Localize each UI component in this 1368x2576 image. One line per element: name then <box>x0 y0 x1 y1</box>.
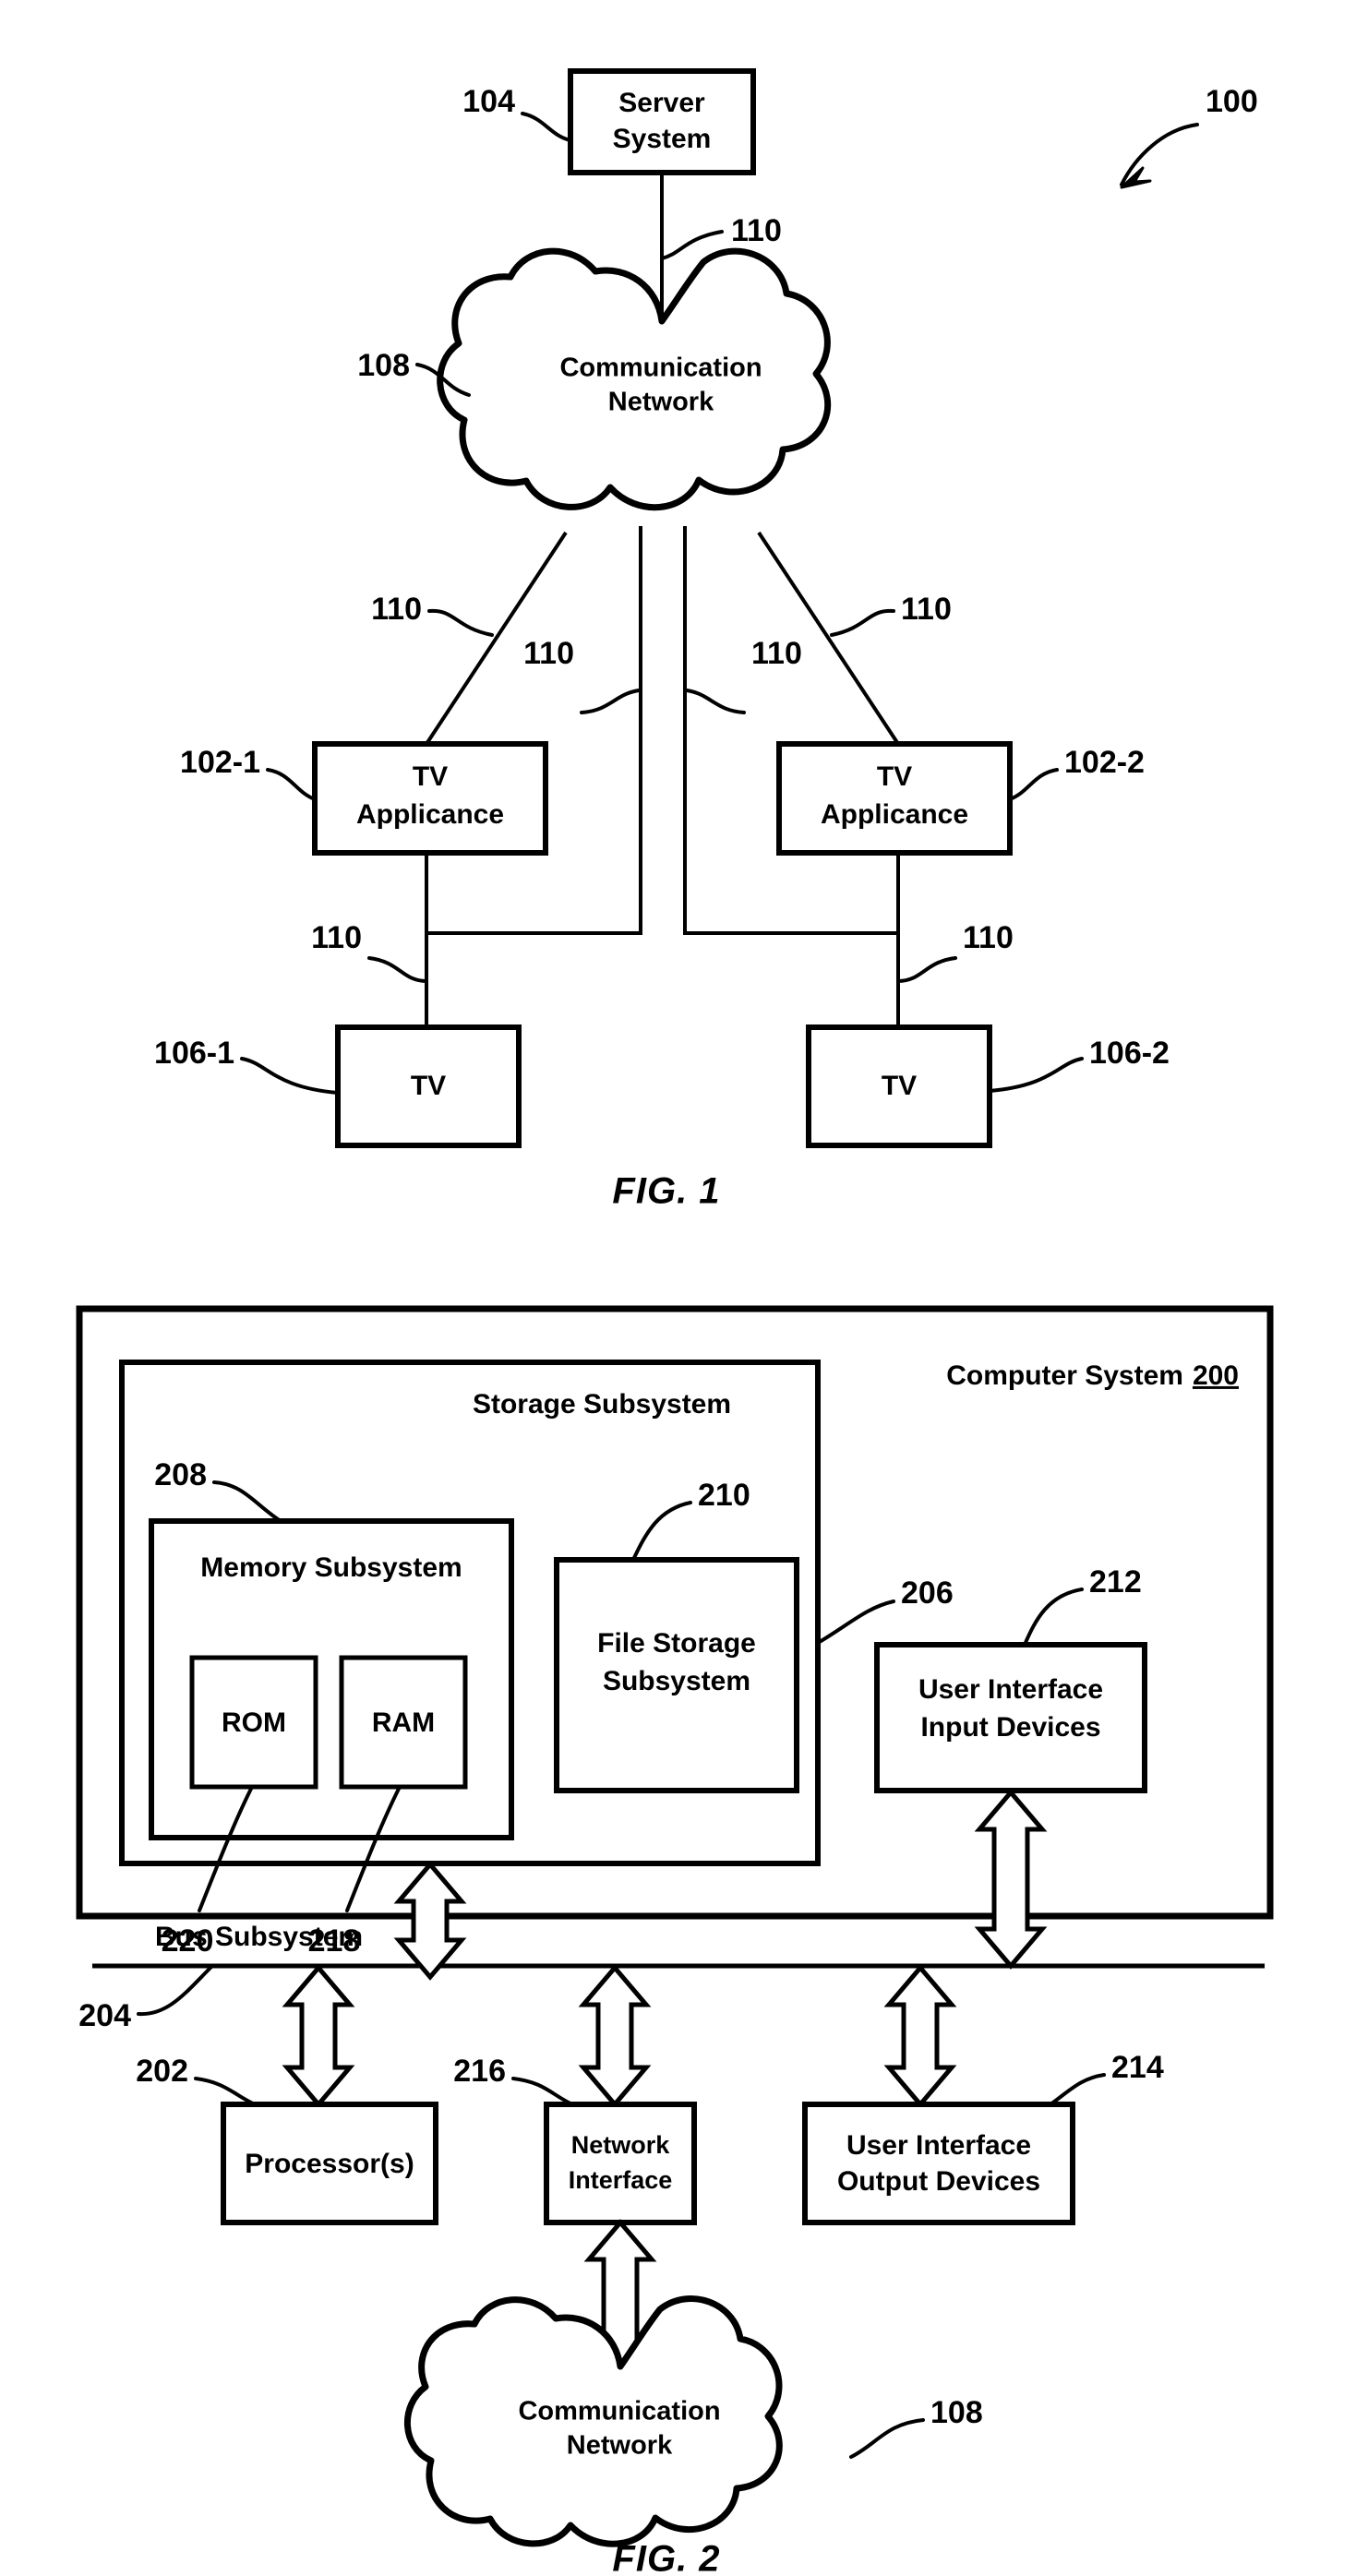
tv-right-node: TV <box>806 1024 992 1148</box>
ref-102-1: 102-1 <box>180 745 260 780</box>
ref-110-server-cloud: 110 <box>731 213 782 248</box>
file-storage-subsystem-node: File Storage Subsystem <box>554 1557 799 1793</box>
ui-output-label-line2: Output Devices <box>837 2166 1040 2197</box>
ref-212: 212 <box>1089 1564 1142 1600</box>
ui-output-label-line1: User Interface <box>846 2130 1031 2161</box>
ref-108-fig1: 108 <box>357 348 410 383</box>
network-interface-label-line1: Network <box>571 2131 671 2159</box>
system-100-callout: 100 <box>1120 84 1258 189</box>
tv-left-node: TV <box>335 1024 522 1148</box>
figure-2-caption: FIG. 2 <box>612 2539 720 2576</box>
tv-appliance-right-label-line1: TV <box>877 761 912 792</box>
processors-label: Processor(s) <box>245 2149 414 2179</box>
ref-104-callout: 104 <box>462 84 572 142</box>
ref-214: 214 <box>1111 2050 1164 2085</box>
computer-system-ref-200: 200 <box>1193 1360 1239 1391</box>
server-system-label-line1: Server <box>618 88 705 118</box>
tv-appliance-right-node: TV Applicance <box>776 741 1013 856</box>
ref-106-1: 106-1 <box>154 1036 234 1071</box>
ui-input-label-line1: User Interface <box>918 1674 1103 1705</box>
ref-110-inner-right-callout: 110 <box>685 636 802 714</box>
ref-110-inner-left-callout: 110 <box>523 636 641 714</box>
cloud-label-line1-fig1: Communication <box>559 353 762 383</box>
memory-subsystem-title: Memory Subsystem <box>200 1552 462 1583</box>
rom-node: ROM <box>189 1655 318 1790</box>
tv-appliance-left-node: TV Applicance <box>312 741 548 856</box>
server-system-node: Server System <box>568 68 756 175</box>
computer-system-title-group: Computer System 200 <box>946 1360 1239 1391</box>
ref-100: 100 <box>1206 84 1258 119</box>
arrow-bus-to-network-interface <box>578 1964 652 2108</box>
ref-110-appl-tv-right-callout: 110 <box>896 920 1014 983</box>
link-cloud-to-tv-right <box>683 526 898 935</box>
ui-output-devices-node: User Interface Output Devices <box>802 2102 1075 2225</box>
ref-102-2-callout: 102-2 <box>1008 745 1145 801</box>
ram-label: RAM <box>372 1707 435 1738</box>
ref-210: 210 <box>698 1478 750 1513</box>
ref-208: 208 <box>154 1457 207 1492</box>
communication-network-cloud-fig2: Communication Network <box>403 2295 783 2547</box>
ref-106-2-callout: 106-2 <box>988 1036 1170 1093</box>
cloud-label-line2-fig2: Network <box>567 2431 673 2461</box>
ref-108-callout-fig2: 108 <box>849 2395 983 2459</box>
tv-appliance-left-label-line1: TV <box>413 761 448 792</box>
ref-216-callout: 216 <box>453 2054 574 2106</box>
ref-204: 204 <box>78 1998 131 2033</box>
ref-110-appl-tv-left: 110 <box>311 920 362 955</box>
ref-110-appl-tv-right: 110 <box>963 920 1014 955</box>
ref-204-callout: 204 <box>78 1966 212 2033</box>
cloud-label-line2-fig1: Network <box>608 388 714 417</box>
tv-right-label: TV <box>882 1071 917 1101</box>
figure-1-caption: FIG. 1 <box>612 1171 720 1212</box>
ref-110-appl-tv-left-callout: 110 <box>311 920 428 983</box>
link-cloud-to-tv-left <box>426 526 642 935</box>
server-system-box <box>568 68 756 175</box>
file-storage-label-line2: Subsystem <box>603 1666 750 1696</box>
network-interface-node: Network Interface <box>544 2102 697 2225</box>
ui-output-devices-box <box>802 2102 1075 2225</box>
ref-110-cloud-appl-right: 110 <box>901 592 952 627</box>
ref-110-cloud-appl-left: 110 <box>371 592 422 627</box>
ref-206: 206 <box>901 1576 954 1611</box>
figure-2: Computer System 200 Storage Subsystem 20… <box>76 1305 1274 2576</box>
file-storage-label-line1: File Storage <box>597 1628 756 1659</box>
ref-110-cloud-applright-callout: 110 <box>830 592 952 637</box>
network-interface-box <box>544 2102 697 2225</box>
ref-102-1-callout: 102-1 <box>180 745 317 801</box>
ref-214-callout: 214 <box>1049 2050 1164 2106</box>
ref-110-cloud-applleft-callout: 110 <box>371 592 494 637</box>
network-interface-label-line2: Interface <box>569 2166 673 2194</box>
ram-node: RAM <box>339 1655 468 1790</box>
tv-appliance-right-label-line2: Applicance <box>821 799 968 830</box>
patent-drawing-sheet: 100 Server System 104 110 Communication … <box>0 0 1368 2576</box>
ref-110-inner-right: 110 <box>751 636 802 671</box>
ref-202: 202 <box>136 2054 188 2089</box>
cloud-label-line1-fig2: Communication <box>518 2397 720 2426</box>
figure-1: 100 Server System 104 110 Communication … <box>154 68 1258 1212</box>
tv-appliance-left-label-line2: Applicance <box>356 799 504 830</box>
ref-104: 104 <box>462 84 515 119</box>
communication-network-cloud-fig1: Communication Network <box>437 247 832 511</box>
ref-216: 216 <box>453 2054 506 2089</box>
ref-106-1-callout: 106-1 <box>154 1036 340 1095</box>
ref-108-fig2: 108 <box>930 2395 983 2430</box>
ref-102-2: 102-2 <box>1064 745 1145 780</box>
rom-label: ROM <box>222 1707 286 1738</box>
arrow-bus-to-processors <box>282 1964 355 2108</box>
ui-input-devices-node: User Interface Input Devices <box>874 1642 1147 1793</box>
computer-system-title: Computer System <box>946 1360 1183 1391</box>
processors-node: Processor(s) <box>221 2102 438 2225</box>
ref-110-inner-left: 110 <box>523 636 574 671</box>
arrow-bus-to-ui-output <box>883 1964 957 2108</box>
storage-subsystem-title: Storage Subsystem <box>473 1389 731 1420</box>
ui-input-label-line2: Input Devices <box>920 1712 1100 1743</box>
ref-202-callout: 202 <box>136 2054 257 2106</box>
tv-left-label: TV <box>411 1071 446 1101</box>
server-system-label-line2: System <box>613 124 712 154</box>
bus-subsystem-title: Bus Subsystem <box>155 1922 363 1952</box>
ref-106-2: 106-2 <box>1089 1036 1170 1071</box>
